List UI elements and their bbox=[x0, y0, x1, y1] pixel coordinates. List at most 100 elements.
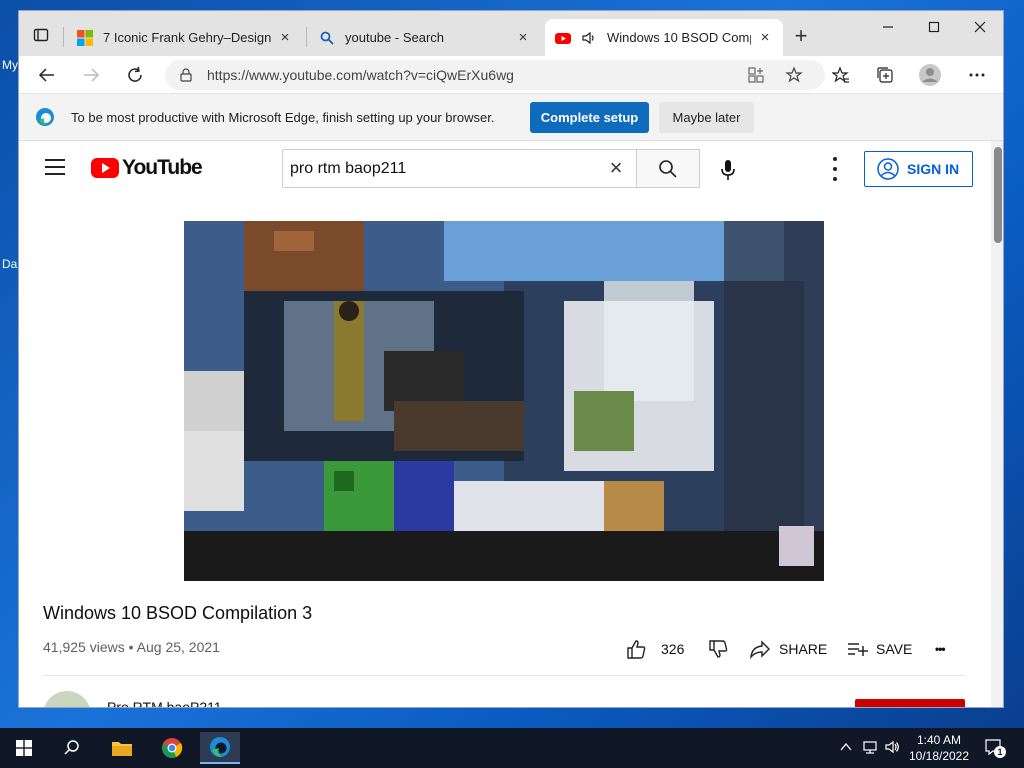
page-scrollbar[interactable] bbox=[991, 141, 1003, 707]
taskbar-search-button[interactable] bbox=[52, 732, 92, 764]
tab-actions-icon[interactable] bbox=[27, 23, 55, 47]
tab-youtube-search[interactable]: youtube - Search × bbox=[309, 19, 541, 56]
video-frame bbox=[184, 221, 824, 581]
search-button[interactable] bbox=[636, 149, 700, 188]
maybe-later-button[interactable]: Maybe later bbox=[659, 102, 754, 133]
system-clock[interactable]: 1:40 AM 10/18/2022 bbox=[904, 732, 974, 764]
profile-avatar[interactable] bbox=[916, 62, 944, 88]
forward-button[interactable] bbox=[77, 62, 105, 88]
volume-icon[interactable] bbox=[884, 739, 900, 755]
channel-name[interactable]: Pro RTM baoP211 bbox=[107, 699, 222, 707]
back-button[interactable] bbox=[33, 62, 61, 88]
upload-date: Aug 25, 2021 bbox=[136, 639, 220, 655]
like-button[interactable]: 326 bbox=[625, 637, 684, 661]
taskbar: 1:40 AM 10/18/2022 1 bbox=[0, 728, 1024, 768]
subscribe-button[interactable] bbox=[855, 699, 965, 707]
channel-avatar[interactable] bbox=[43, 691, 91, 707]
share-button[interactable]: SHARE bbox=[749, 637, 827, 661]
collections-icon[interactable] bbox=[871, 62, 899, 88]
edge-taskbar-button[interactable] bbox=[200, 732, 240, 764]
close-window-button[interactable] bbox=[957, 11, 1003, 43]
close-icon[interactable]: × bbox=[515, 29, 531, 46]
sign-in-button[interactable]: SIGN IN bbox=[864, 151, 973, 187]
file-explorer-button[interactable] bbox=[102, 732, 142, 764]
minimize-button[interactable] bbox=[865, 11, 911, 43]
network-icon[interactable] bbox=[862, 739, 878, 755]
dislike-button[interactable] bbox=[707, 637, 737, 661]
more-actions-button[interactable]: ••• bbox=[935, 637, 946, 661]
address-bar[interactable]: https://www.youtube.com/watch?v=ciQwErXu… bbox=[165, 60, 825, 90]
search-icon bbox=[64, 740, 79, 755]
scrollbar-thumb[interactable] bbox=[994, 147, 1002, 243]
windows-logo-icon bbox=[16, 740, 32, 756]
refresh-button[interactable] bbox=[121, 62, 149, 88]
chrome-icon bbox=[162, 738, 183, 758]
like-count: 326 bbox=[661, 641, 685, 657]
clock-date: 10/18/2022 bbox=[908, 749, 970, 763]
save-button[interactable]: SAVE bbox=[846, 637, 912, 661]
chrome-button[interactable] bbox=[152, 732, 192, 764]
app-available-icon[interactable] bbox=[747, 66, 765, 84]
clear-search-icon[interactable]: × bbox=[605, 156, 627, 180]
setup-infobar: To be most productive with Microsoft Edg… bbox=[19, 94, 1003, 141]
navigation-bar: https://www.youtube.com/watch?v=ciQwErXu… bbox=[19, 56, 1003, 94]
desktop-icon-label[interactable]: My bbox=[2, 58, 18, 72]
close-icon[interactable]: × bbox=[277, 29, 293, 46]
action-center-button[interactable]: 1 bbox=[984, 738, 1006, 758]
youtube-wordmark: YouTube bbox=[122, 156, 203, 179]
maximize-button[interactable] bbox=[911, 11, 957, 43]
new-tab-button[interactable]: + bbox=[789, 25, 813, 49]
menu-icon[interactable] bbox=[45, 159, 65, 175]
youtube-page: YouTube pro rtm baop211 × SIGN IN Window… bbox=[19, 141, 991, 707]
microphone-icon bbox=[721, 160, 735, 180]
settings-more-icon[interactable] bbox=[963, 62, 991, 88]
setup-message: To be most productive with Microsoft Edg… bbox=[71, 110, 495, 125]
add-favorite-icon[interactable] bbox=[785, 66, 803, 84]
start-button[interactable] bbox=[4, 732, 44, 764]
microsoft-icon bbox=[77, 29, 93, 46]
voice-search-button[interactable] bbox=[709, 151, 747, 189]
close-icon[interactable]: × bbox=[757, 29, 773, 46]
search-icon bbox=[320, 31, 334, 45]
youtube-header: YouTube pro rtm baop211 × SIGN IN bbox=[19, 141, 991, 197]
video-meta: 41,925 views • Aug 25, 2021 bbox=[43, 639, 220, 655]
playlist-add-icon bbox=[848, 643, 868, 656]
edge-icon bbox=[210, 737, 230, 757]
tab-frank-gehry[interactable]: 7 Iconic Frank Gehry–Designed B × bbox=[67, 19, 303, 56]
video-player[interactable] bbox=[184, 221, 824, 581]
search-query: pro rtm baop211 bbox=[290, 159, 407, 177]
chevron-up-icon[interactable] bbox=[838, 739, 854, 755]
section-divider bbox=[43, 675, 965, 676]
video-title: Windows 10 BSOD Compilation 3 bbox=[43, 603, 313, 623]
lock-icon[interactable] bbox=[179, 68, 193, 82]
search-input[interactable]: pro rtm baop211 × bbox=[282, 149, 637, 188]
tab-separator bbox=[63, 27, 64, 47]
tab-bar: 7 Iconic Frank Gehry–Designed B × youtub… bbox=[19, 11, 1003, 56]
settings-menu-icon[interactable] bbox=[825, 157, 845, 181]
tab-youtube-video[interactable]: Windows 10 BSOD Compilat × bbox=[545, 19, 783, 56]
thumbs-up-icon bbox=[627, 640, 646, 659]
share-label: SHARE bbox=[779, 641, 828, 657]
complete-setup-button[interactable]: Complete setup bbox=[530, 102, 649, 133]
folder-icon bbox=[112, 742, 132, 756]
tab-title: Windows 10 BSOD Compilat bbox=[607, 30, 751, 45]
share-icon bbox=[750, 640, 770, 660]
sign-in-label: SIGN IN bbox=[907, 161, 960, 177]
youtube-icon bbox=[555, 32, 571, 44]
edge-window: 7 Iconic Frank Gehry–Designed B × youtub… bbox=[18, 10, 1004, 708]
youtube-play-icon bbox=[91, 158, 119, 178]
notification-count: 1 bbox=[994, 746, 1006, 758]
tab-title: 7 Iconic Frank Gehry–Designed B bbox=[103, 30, 271, 45]
audio-playing-icon[interactable] bbox=[581, 30, 597, 46]
save-label: SAVE bbox=[876, 641, 913, 657]
thumbs-down-icon bbox=[709, 640, 728, 658]
clock-time: 1:40 AM bbox=[916, 733, 962, 747]
meta-separator: • bbox=[128, 639, 134, 655]
tab-title: youtube - Search bbox=[345, 30, 445, 45]
url-text: https://www.youtube.com/watch?v=ciQwErXu… bbox=[207, 67, 514, 83]
search-icon bbox=[659, 159, 677, 178]
view-count: 41,925 views bbox=[43, 639, 125, 655]
youtube-logo[interactable]: YouTube bbox=[91, 156, 203, 180]
favorites-icon[interactable] bbox=[827, 62, 855, 88]
desktop-icon-label[interactable]: Da bbox=[2, 257, 17, 271]
